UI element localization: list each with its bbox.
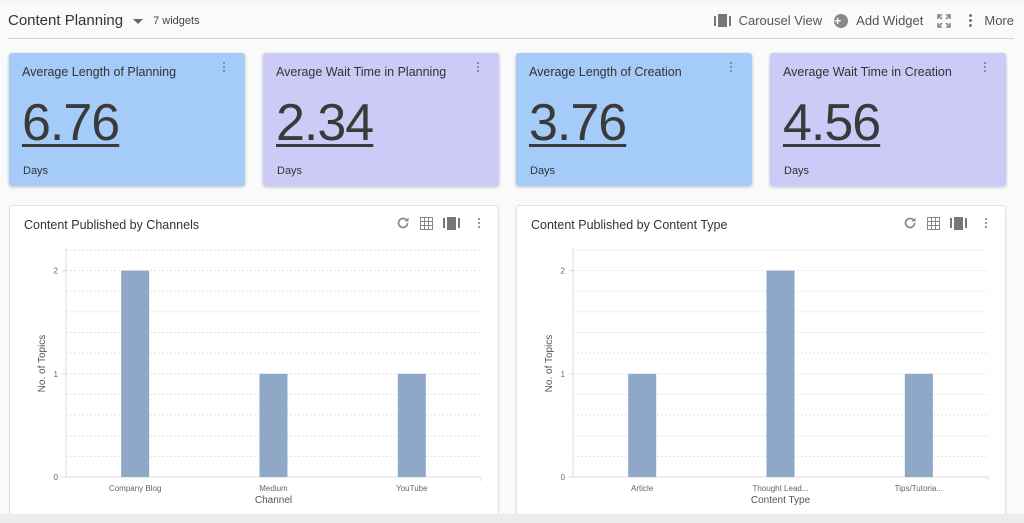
kpi-menu-icon[interactable] [984,62,986,72]
chart-card-by-channels: Content Published by Channels 0 1 2 Company… [9,205,499,515]
dashboard-title[interactable]: Content Planning [8,12,123,29]
y-axis-title: No. of Topics [544,335,555,393]
expand-icon [937,13,952,28]
y-tick-label: 0 [54,473,59,482]
bar [121,270,150,477]
more-vertical-icon [969,14,973,27]
kpi-value[interactable]: 3.76 [529,93,627,153]
widget-count: 7 widgets [153,14,200,27]
y-tick-label: 2 [561,267,566,276]
x-tick-label: Article [631,484,654,493]
bar-chart: 0 1 2 Company Blog Medium YouTube Channel No. o… [37,247,482,506]
kpi-title: Average Wait Time in Planning [276,65,447,79]
kpi-card-length-of-planning: Average Length of Planning 6.76 Days [9,53,245,186]
bar [904,373,933,477]
kpi-value[interactable]: 6.76 [22,93,120,153]
x-tick-label: YouTube [396,484,428,493]
y-tick-label: 1 [561,370,566,379]
dashboard-toolbar: Carousel View + Add Widget More [702,13,1014,28]
x-tick-label: Thought Lead... [752,484,808,493]
carousel-view-button[interactable]: Carousel View [713,13,823,28]
kpi-unit: Days [530,165,556,177]
dashboard-page: Content Planning 7 widgets Carousel View… [0,3,1024,523]
dashboard-header: Content Planning 7 widgets Carousel View… [8,3,1014,39]
kpi-menu-icon[interactable] [477,62,479,72]
kpi-title: Average Length of Creation [529,65,682,79]
add-widget-label: Add Widget [856,13,924,28]
more-label: More [984,13,1014,28]
x-axis-title: Content Type [751,495,811,506]
kpi-card-wait-time-in-planning: Average Wait Time in Planning 2.34 Days [263,53,499,186]
y-tick-label: 0 [561,473,566,482]
more-button[interactable]: More [969,13,1014,28]
dashboard-dropdown-caret-icon[interactable] [133,19,144,24]
add-widget-button[interactable]: + Add Widget [834,13,923,28]
x-tick-label: Company Blog [109,484,161,493]
kpi-card-wait-time-in-creation: Average Wait Time in Creation 4.56 Days [770,53,1006,186]
bar [628,373,657,477]
kpi-card-length-of-creation: Average Length of Creation 3.76 Days [516,53,752,186]
kpi-unit: Days [277,165,303,177]
x-tick-label: Medium [259,484,288,493]
kpi-title: Average Wait Time in Creation [783,65,952,79]
kpi-unit: Days [784,165,810,177]
y-axis-title: No. of Topics [37,335,48,393]
kpi-unit: Days [23,165,49,177]
y-tick-label: 2 [54,267,59,276]
carousel-icon [713,14,731,27]
kpi-menu-icon[interactable] [730,62,732,72]
kpi-value[interactable]: 4.56 [783,93,881,153]
kpi-menu-icon[interactable] [223,62,225,72]
x-tick-label: Tips/Tutoria... [895,484,943,493]
kpi-value[interactable]: 2.34 [276,93,374,153]
bar [766,270,795,477]
bar [397,373,426,477]
bar-chart: 0 1 2 Article Thought Lead... Tips/Tutoria...… [544,247,989,506]
y-tick-label: 1 [54,370,59,379]
bottom-strip [0,514,1024,523]
carousel-view-label: Carousel View [738,13,823,28]
chart-card-by-content-type: Content Published by Content Type 0 1 2 Art… [516,205,1006,515]
bar [259,373,288,477]
x-axis-title: Channel [255,495,292,506]
kpi-title: Average Length of Planning [22,65,177,79]
plus-circle-icon: + [834,13,849,28]
expand-button[interactable] [937,13,952,28]
